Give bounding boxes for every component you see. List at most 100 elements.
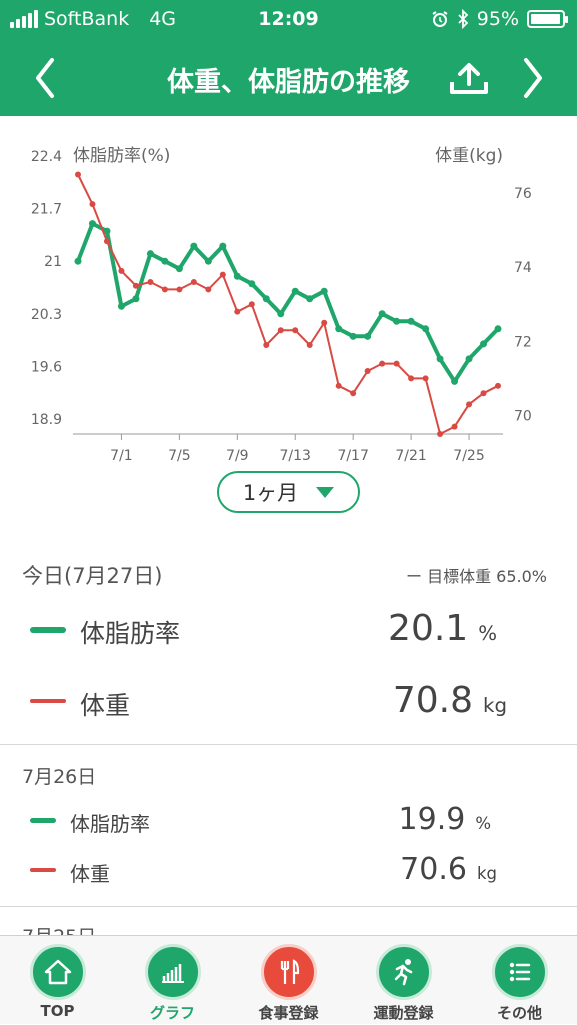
weight-data-point	[364, 367, 371, 374]
fat-data-point	[335, 325, 343, 333]
today-heading: 今日(7月27日)	[22, 564, 163, 588]
fat-series-line	[76, 221, 500, 384]
fat-data-point	[204, 257, 212, 265]
tab-graph-circle	[145, 944, 201, 1000]
tab-top[interactable]: TOP	[0, 936, 115, 1025]
weight-data-point	[350, 390, 357, 397]
x-tick-label: 7/21	[395, 448, 426, 464]
bar-chart-icon	[162, 964, 184, 983]
tab-bar: TOP グラフ 食事登録 運動登録 その他	[0, 935, 577, 1024]
fat-data-point	[74, 257, 82, 265]
weight-data-point	[75, 171, 81, 178]
fat-data-point	[393, 317, 401, 325]
menu-list-icon	[509, 962, 531, 982]
x-tick-label: 7/9	[226, 448, 249, 464]
fat-data-point	[436, 355, 444, 363]
today-weight-row: 体重 70.8 kg	[0, 680, 577, 732]
fat-data-point	[422, 325, 430, 333]
fat-data-point	[407, 317, 415, 325]
weight-data-point	[118, 267, 125, 274]
today-weight-label: 体重	[80, 691, 131, 720]
x-tick-label: 7/1	[110, 448, 133, 464]
weight-data-point	[89, 201, 96, 208]
weight-data-point	[248, 301, 255, 308]
battery-percent: 95%	[476, 8, 519, 30]
system-indicators: 95%	[431, 8, 568, 30]
left-tick-label: 22.4	[31, 149, 62, 165]
battery-icon	[527, 10, 568, 28]
left-tick-label: 21.7	[31, 202, 62, 218]
tab-graph-label: グラフ	[149, 1004, 195, 1022]
left-tick-label: 21	[44, 254, 62, 270]
tab-other[interactable]: その他	[462, 936, 577, 1025]
prev-weight-label: 体重	[70, 862, 110, 886]
share-button[interactable]	[444, 52, 494, 104]
left-tick-label: 19.6	[31, 359, 62, 375]
status-bar: SoftBank 4G 12:09 95%	[0, 0, 577, 40]
right-tick-label: 74	[514, 260, 532, 276]
right-tick-label: 72	[514, 334, 532, 350]
weight-data-point	[379, 360, 386, 367]
right-axis-title: 体重(kg)	[435, 146, 503, 166]
tab-exercise[interactable]: 運動登録	[346, 936, 461, 1025]
bluetooth-icon	[458, 9, 469, 29]
fat-data-point	[88, 220, 96, 228]
fat-data-point	[132, 295, 140, 303]
period-selector[interactable]: 1ヶ月	[217, 471, 360, 513]
weight-data-point	[205, 286, 212, 293]
prev-weight-row: 体重 70.6 kg	[0, 852, 577, 896]
dropdown-triangle-icon	[316, 486, 335, 498]
fat-legend-line	[30, 818, 56, 823]
tab-other-label: その他	[496, 1004, 542, 1022]
home-icon	[44, 959, 72, 985]
fat-data-point	[349, 332, 357, 340]
chart-svg: 体脂肪率(%) 体重(kg) 22.4 21.7 21 20.3 19.6 18.9 76 74 7…	[31, 146, 532, 464]
today-weight-number: 70.8	[392, 680, 473, 721]
fork-knife-icon	[280, 959, 300, 984]
x-tick-label: 7/5	[168, 448, 191, 464]
prev-fat-row: 体脂肪率 19.9%	[0, 802, 577, 846]
weight-legend-line	[30, 699, 66, 703]
weight-data-point	[161, 286, 168, 293]
weight-data-point	[437, 431, 444, 437]
fat-data-point	[248, 280, 256, 288]
fat-data-point	[465, 355, 473, 363]
tab-exercise-circle	[376, 944, 432, 1000]
alarm-icon	[432, 11, 448, 27]
weight-data-point	[263, 342, 270, 349]
upload-icon	[450, 63, 488, 94]
today-fat-label: 体脂肪率	[80, 619, 181, 648]
tab-graph[interactable]: グラフ	[115, 936, 230, 1025]
weight-data-point	[422, 375, 429, 382]
x-tick-label: 7/17	[337, 448, 368, 464]
weight-data-point	[466, 401, 473, 408]
tab-other-circle	[492, 944, 548, 1000]
fat-data-point	[364, 332, 372, 340]
prev-fat-number: 19.9	[398, 802, 466, 837]
weight-data-point	[321, 319, 328, 326]
x-tick-label: 7/25	[453, 448, 484, 464]
x-tick-label: 7/13	[280, 448, 311, 464]
fat-legend-line	[30, 627, 66, 633]
weight-data-point	[292, 327, 299, 334]
prev-weight-number: 70.6	[400, 852, 467, 887]
left-axis-title: 体脂肪率(%)	[73, 146, 170, 166]
weight-data-point	[190, 279, 197, 286]
forward-button[interactable]	[508, 52, 558, 104]
weight-legend-line	[30, 868, 56, 872]
weight-data-point	[335, 382, 342, 389]
weight-data-point	[451, 423, 458, 430]
right-tick-label: 76	[514, 186, 532, 202]
today-weight-value: 70.8 kg	[393, 680, 507, 721]
today-fat-value: 20.1%	[388, 608, 497, 649]
fat-data-point	[262, 295, 270, 303]
fat-data-point	[320, 287, 328, 295]
fat-data-point	[494, 325, 502, 333]
left-tick-label: 20.3	[31, 307, 62, 323]
fat-data-point	[175, 265, 183, 273]
tab-meal-label: 食事登録	[258, 1004, 319, 1022]
prev-fat-label: 体脂肪率	[70, 812, 150, 836]
tab-meal[interactable]: 食事登録	[231, 936, 346, 1025]
fat-data-point	[219, 242, 227, 250]
weight-data-point	[480, 390, 487, 397]
